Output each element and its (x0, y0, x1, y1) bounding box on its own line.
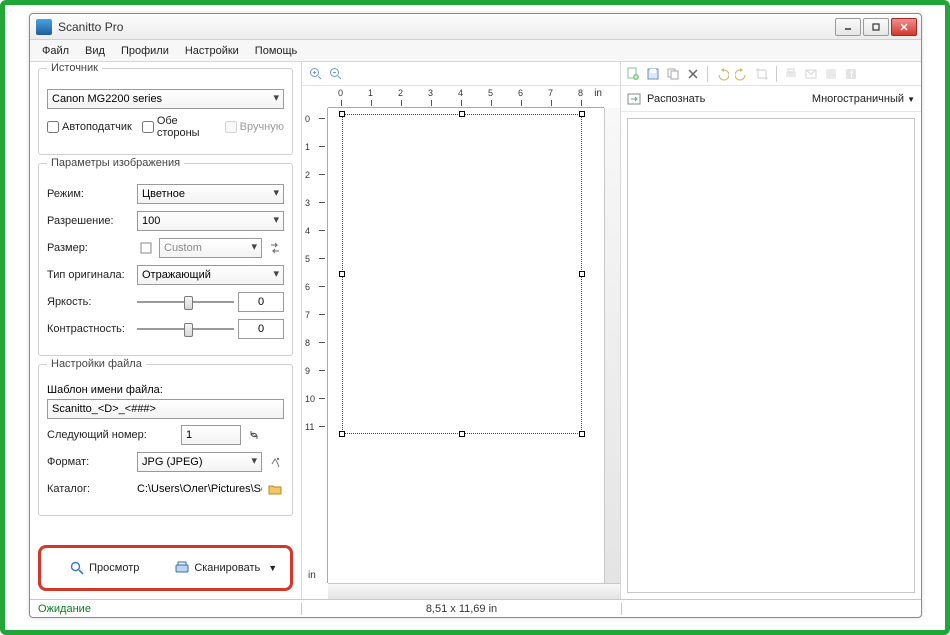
crop-icon[interactable] (754, 66, 770, 82)
zoom-in-icon[interactable] (308, 66, 324, 82)
resolution-label: Разрешение: (47, 215, 133, 227)
right-toolbar: f (621, 62, 921, 86)
email-icon[interactable] (803, 66, 819, 82)
size-swap-icon[interactable] (266, 239, 284, 257)
manual-checkbox: Вручную (225, 121, 284, 133)
horizontal-scrollbar[interactable] (328, 583, 620, 599)
format-settings-icon[interactable] (266, 453, 284, 471)
chevron-down-icon: ▼ (907, 95, 915, 104)
original-type-label: Тип оригинала: (47, 269, 133, 281)
directory-label: Каталог: (47, 483, 133, 495)
minimize-button[interactable] (835, 18, 861, 36)
status-size: 8,51 x 11,69 in (302, 603, 622, 615)
lock-aspect-icon[interactable] (137, 239, 155, 257)
scan-button[interactable]: Сканировать ▼ (171, 556, 283, 580)
brightness-value[interactable] (238, 292, 284, 312)
undo-icon[interactable] (714, 66, 730, 82)
multipage-dropdown[interactable]: Многостраничный ▼ (812, 93, 915, 105)
both-sides-checkbox[interactable]: Обе стороны (142, 115, 215, 139)
format-select[interactable]: JPG (JPEG) (137, 452, 262, 472)
mode-select[interactable]: Цветное (137, 184, 284, 204)
scanner-icon (175, 561, 189, 575)
scan-label: Сканировать (194, 562, 260, 574)
original-type-select[interactable]: Отражающий (137, 265, 284, 285)
copy-icon[interactable] (665, 66, 681, 82)
preview-label: Просмотр (89, 562, 139, 574)
delete-icon[interactable] (685, 66, 701, 82)
resolution-select[interactable]: 100 (137, 211, 284, 231)
format-label: Формат: (47, 456, 133, 468)
thumbnail-list[interactable] (627, 118, 915, 593)
scan-actions-highlight: Просмотр Сканировать ▼ (38, 545, 293, 591)
image-legend: Параметры изображения (47, 157, 184, 169)
vertical-ruler: in 01234567891011 (302, 108, 328, 583)
mode-label: Режим: (47, 188, 133, 200)
add-page-icon[interactable] (625, 66, 641, 82)
menu-file[interactable]: Файл (36, 43, 75, 59)
image-params-group: Параметры изображения Режим:Цветное Разр… (38, 163, 293, 356)
magnifier-icon (70, 561, 84, 575)
horizontal-ruler: in 012345678 (328, 86, 604, 108)
brightness-slider[interactable] (137, 293, 234, 311)
preview-toolbar (302, 62, 620, 86)
preview-button[interactable]: Просмотр (49, 556, 161, 580)
next-number-input[interactable] (181, 425, 241, 445)
file-legend: Настройки файла (47, 358, 146, 370)
menu-help[interactable]: Помощь (249, 43, 304, 59)
contrast-value[interactable] (238, 319, 284, 339)
redo-icon[interactable] (734, 66, 750, 82)
window-title: Scanitto Pro (58, 20, 835, 34)
preview-panel: in 012345678 in 01234567891011 (302, 62, 621, 599)
menu-settings[interactable]: Настройки (179, 43, 245, 59)
thumbnails-panel: f Распознать Многостраничный ▼ (621, 62, 921, 599)
size-label: Размер: (47, 242, 133, 254)
app-icon (36, 19, 52, 35)
vertical-scrollbar[interactable] (604, 108, 620, 583)
zoom-out-icon[interactable] (328, 66, 344, 82)
scan-area[interactable] (342, 114, 582, 434)
status-text: Ожидание (30, 603, 99, 615)
next-number-label: Следующий номер: (47, 429, 177, 441)
source-device-select[interactable]: Canon MG2200 series (47, 89, 284, 109)
print-icon[interactable] (783, 66, 799, 82)
autofeed-checkbox[interactable]: Автоподатчик (47, 121, 132, 133)
h-ruler-unit: in (594, 88, 602, 99)
source-group: Источник Canon MG2200 series Автоподатчи… (38, 68, 293, 155)
share-icon[interactable] (823, 66, 839, 82)
source-legend: Источник (47, 62, 102, 74)
facebook-icon[interactable]: f (843, 66, 859, 82)
recognize-label[interactable]: Распознать (647, 93, 705, 105)
app-window: Scanitto Pro Файл Вид Профили Настройки … (29, 13, 922, 618)
directory-path: C:\Users\Олег\Pictures\Scanit (137, 483, 262, 495)
preview-canvas[interactable]: in 012345678 in 01234567891011 (302, 86, 620, 599)
menu-view[interactable]: Вид (79, 43, 111, 59)
v-ruler-unit: in (308, 570, 316, 581)
recognize-row: Распознать Многостраничный ▼ (621, 86, 921, 112)
save-icon[interactable] (645, 66, 661, 82)
settings-panel: Источник Canon MG2200 series Автоподатчи… (30, 62, 302, 599)
contrast-label: Контрастность: (47, 323, 133, 335)
menu-profiles[interactable]: Профили (115, 43, 175, 59)
chevron-down-icon: ▼ (268, 563, 277, 573)
recognize-icon (627, 92, 641, 106)
browse-folder-icon[interactable] (266, 480, 284, 498)
maximize-button[interactable] (863, 18, 889, 36)
statusbar: Ожидание 8,51 x 11,69 in (30, 599, 921, 617)
menubar: Файл Вид Профили Настройки Помощь (30, 40, 921, 62)
close-button[interactable] (891, 18, 917, 36)
filename-template-input[interactable] (47, 399, 284, 419)
contrast-slider[interactable] (137, 320, 234, 338)
file-settings-group: Настройки файла Шаблон имени файла: След… (38, 364, 293, 516)
filename-template-label: Шаблон имени файла: (47, 384, 284, 396)
size-select[interactable]: Custom (159, 238, 262, 258)
titlebar: Scanitto Pro (30, 14, 921, 40)
reset-number-icon[interactable] (245, 426, 263, 444)
brightness-label: Яркость: (47, 296, 133, 308)
